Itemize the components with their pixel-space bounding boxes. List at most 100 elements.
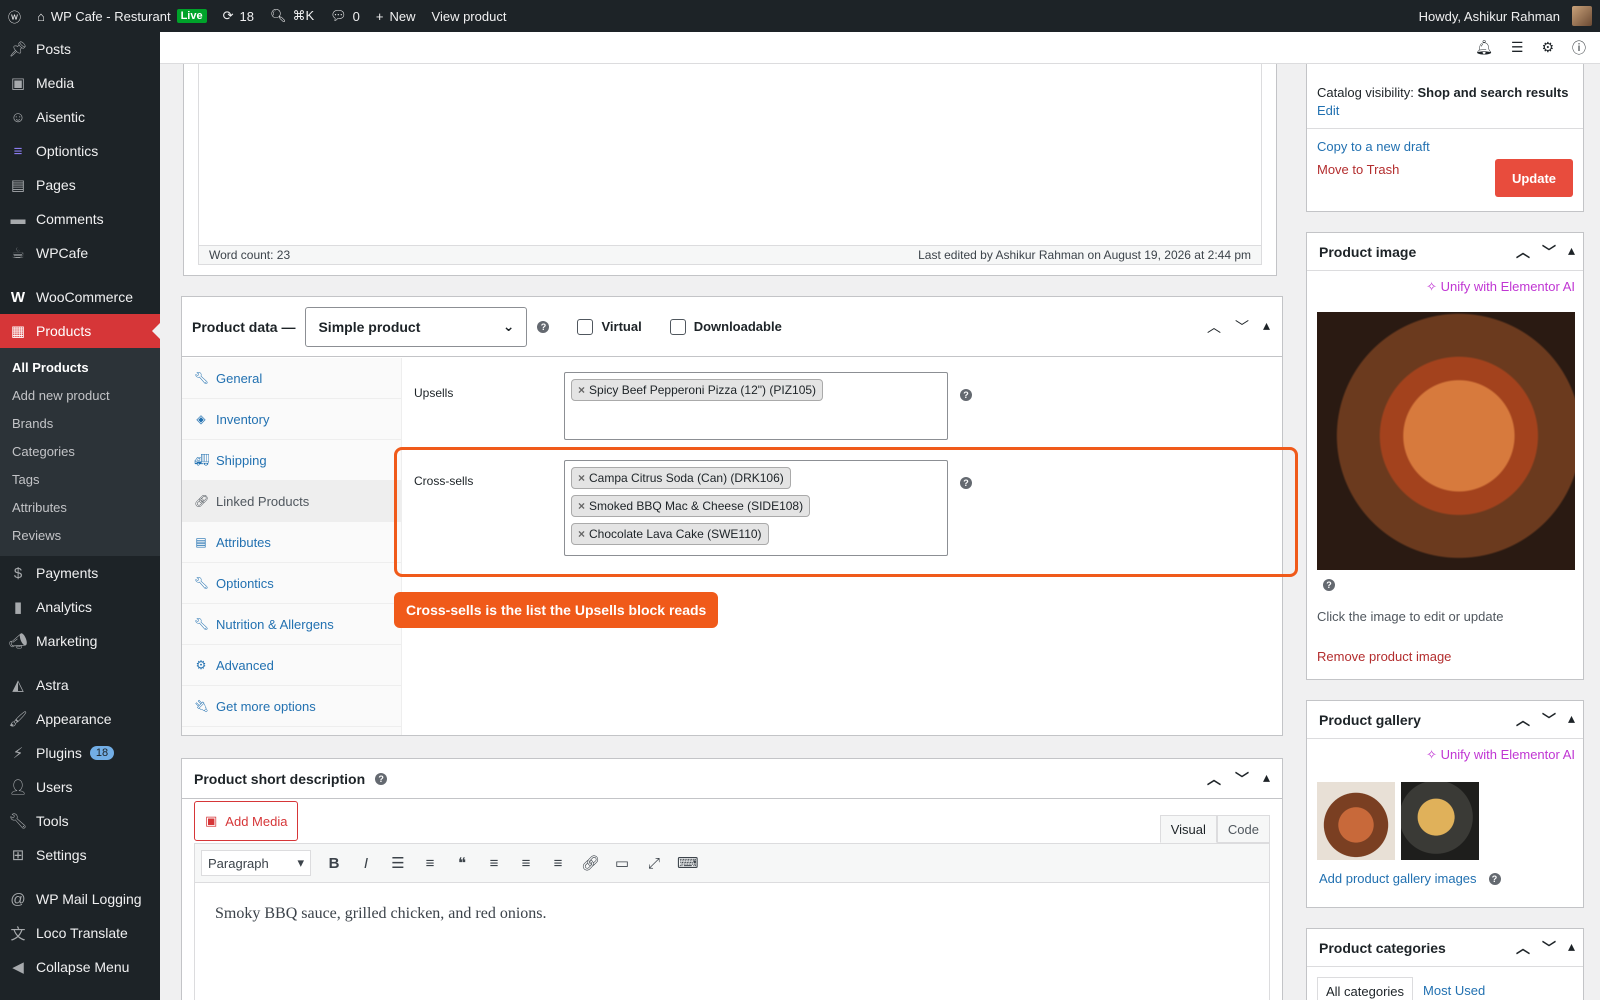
help-icon[interactable]: ⓘ bbox=[1572, 38, 1586, 58]
chevron-up-icon[interactable]: ︿ bbox=[1516, 710, 1530, 730]
submenu-attributes[interactable]: Attributes bbox=[0, 494, 160, 522]
tab-most-used[interactable]: Most Used bbox=[1413, 977, 1495, 1000]
submenu-add-new-product[interactable]: Add new product bbox=[0, 382, 160, 410]
catalog-visibility-edit-link[interactable]: Edit bbox=[1317, 103, 1339, 118]
align-left-icon[interactable]: ≡ bbox=[485, 855, 503, 872]
toggle-panel-icon[interactable]: ▴ bbox=[1568, 242, 1575, 262]
tab-code[interactable]: Code bbox=[1216, 815, 1270, 843]
wordpress-logo-icon[interactable]: ⓦ bbox=[0, 0, 29, 32]
copy-to-draft-link[interactable]: Copy to a new draft bbox=[1317, 139, 1430, 154]
sidebar-item-optiontics[interactable]: ≡ Optiontics bbox=[0, 134, 160, 168]
tab-advanced[interactable]: ⚙ Advanced bbox=[182, 645, 401, 686]
tab-nutrition-allergens[interactable]: 🔧︎ Nutrition & Allergens bbox=[182, 604, 401, 645]
toggle-panel-icon[interactable]: ▴ bbox=[1263, 317, 1270, 337]
unify-elementor-ai-link[interactable]: ✧ Unify with Elementor AI bbox=[1307, 271, 1583, 295]
crosssell-chip[interactable]: × Smoked BBQ Mac & Cheese (SIDE108) bbox=[571, 495, 811, 517]
help-icon[interactable]: ? bbox=[537, 320, 550, 333]
add-media-button[interactable]: ▣ Add Media bbox=[194, 801, 299, 841]
italic-icon[interactable]: I bbox=[357, 855, 375, 872]
link-icon[interactable]: 🔗︎ bbox=[581, 854, 600, 872]
sidebar-item-pages[interactable]: ▤ Pages bbox=[0, 168, 160, 202]
chevron-up-icon[interactable]: ︿ bbox=[1516, 938, 1530, 958]
sidebar-item-wp-mail-logging[interactable]: @ WP Mail Logging bbox=[0, 882, 160, 916]
submenu-reviews[interactable]: Reviews bbox=[0, 522, 160, 550]
tab-linked-products[interactable]: 🔗︎ Linked Products bbox=[182, 481, 401, 522]
upsell-chip[interactable]: × Spicy Beef Pepperoni Pizza (12") (PIZ10… bbox=[571, 379, 824, 401]
help-icon[interactable]: ? bbox=[1488, 872, 1501, 885]
sidebar-item-plugins[interactable]: ⚡︎ Plugins 18 bbox=[0, 736, 160, 770]
chevron-down-icon[interactable]: ﹀ bbox=[1542, 938, 1556, 958]
activity-icon[interactable]: ☰ bbox=[1511, 39, 1524, 56]
numbered-list-icon[interactable]: ≡ bbox=[421, 855, 439, 872]
sidebar-item-appearance[interactable]: 🖌︎ Appearance bbox=[0, 702, 160, 736]
tab-visual[interactable]: Visual bbox=[1159, 815, 1217, 843]
sidebar-item-comments[interactable]: ▬ Comments bbox=[0, 202, 160, 236]
sidebar-item-wpcafe[interactable]: ☕︎ WPCafe bbox=[0, 236, 160, 270]
upsells-input[interactable]: × Spicy Beef Pepperoni Pizza (12") (PIZ10… bbox=[564, 372, 948, 440]
tab-attributes[interactable]: ▤ Attributes bbox=[182, 522, 401, 563]
align-right-icon[interactable]: ≡ bbox=[549, 855, 567, 872]
sidebar-item-media[interactable]: ▣ Media bbox=[0, 66, 160, 100]
add-gallery-images-link[interactable]: Add product gallery images bbox=[1319, 871, 1477, 886]
submenu-tags[interactable]: Tags bbox=[0, 466, 160, 494]
submenu-categories[interactable]: Categories bbox=[0, 438, 160, 466]
keyboard-icon[interactable]: ⌨ bbox=[677, 854, 699, 872]
sidebar-item-analytics[interactable]: ▮ Analytics bbox=[0, 590, 160, 624]
toggle-panel-icon[interactable]: ▴ bbox=[1568, 710, 1575, 730]
tab-shipping[interactable]: 🚚︎ Shipping bbox=[182, 440, 401, 481]
read-more-icon[interactable]: ▭ bbox=[613, 854, 631, 872]
fullscreen-icon[interactable]: ⤢ bbox=[645, 855, 663, 872]
paragraph-format-select[interactable]: Paragraph ▾ bbox=[201, 850, 311, 876]
product-image-thumbnail[interactable] bbox=[1317, 312, 1575, 570]
bell-icon[interactable]: 🔔︎ bbox=[1475, 39, 1493, 56]
sidebar-item-users[interactable]: 👤︎ Users bbox=[0, 770, 160, 804]
tab-optiontics[interactable]: 🔧︎ Optiontics bbox=[182, 563, 401, 604]
bold-icon[interactable]: B bbox=[325, 855, 343, 872]
gallery-image[interactable] bbox=[1401, 782, 1479, 860]
sidebar-item-loco-translate[interactable]: 文 Loco Translate bbox=[0, 916, 160, 950]
short-description-editor[interactable]: Smoky BBQ sauce, grilled chicken, and re… bbox=[194, 883, 1270, 1000]
checkbox-box[interactable] bbox=[577, 318, 594, 335]
sidebar-item-posts[interactable]: 📌︎ Posts bbox=[0, 32, 160, 66]
chevron-up-icon[interactable]: ︿ bbox=[1516, 242, 1530, 262]
tab-general[interactable]: 🔧︎ General bbox=[182, 358, 401, 399]
sidebar-collapse-menu[interactable]: ◀ Collapse Menu bbox=[0, 950, 160, 984]
help-icon[interactable]: ? bbox=[375, 772, 388, 785]
chevron-down-icon[interactable]: ﹀ bbox=[1542, 710, 1556, 730]
virtual-checkbox[interactable]: Virtual bbox=[577, 318, 642, 335]
downloadable-checkbox[interactable]: Downloadable bbox=[669, 318, 782, 335]
user-account-menu[interactable]: Howdy, Ashikur Rahman bbox=[1411, 0, 1600, 32]
sidebar-item-products[interactable]: ▦ Products bbox=[0, 314, 160, 348]
chevron-down-icon[interactable]: ﹀ bbox=[1542, 242, 1556, 262]
toggle-panel-icon[interactable]: ▴ bbox=[1263, 769, 1270, 789]
move-to-trash-link[interactable]: Move to Trash bbox=[1317, 162, 1399, 177]
gallery-image[interactable] bbox=[1317, 782, 1395, 860]
help-icon[interactable]: ? bbox=[1323, 579, 1335, 591]
editor-content-area[interactable] bbox=[198, 64, 1262, 246]
remove-icon[interactable]: × bbox=[578, 471, 585, 485]
new-content-link[interactable]: + New bbox=[368, 0, 424, 32]
tab-inventory[interactable]: ◈ Inventory bbox=[182, 399, 401, 440]
sidebar-item-aisentic[interactable]: ☺ Aisentic bbox=[0, 100, 160, 134]
sidebar-item-tools[interactable]: 🔧︎ Tools bbox=[0, 804, 160, 838]
tab-all-categories[interactable]: All categories bbox=[1317, 977, 1414, 1000]
help-icon[interactable]: ? bbox=[960, 389, 972, 401]
remove-icon[interactable]: × bbox=[578, 383, 585, 397]
sidebar-item-woocommerce[interactable]: W WooCommerce bbox=[0, 280, 160, 314]
checkbox-box[interactable] bbox=[669, 318, 686, 335]
remove-icon[interactable]: × bbox=[578, 499, 585, 513]
toggle-panel-icon[interactable]: ▴ bbox=[1568, 938, 1575, 958]
chevron-down-icon[interactable]: ﹀ bbox=[1235, 317, 1249, 337]
bullet-list-icon[interactable]: ☰ bbox=[389, 854, 407, 872]
sidebar-item-settings[interactable]: ⊞ Settings bbox=[0, 838, 160, 872]
submenu-all-products[interactable]: All Products bbox=[0, 354, 160, 382]
product-type-select[interactable]: Simple product ⌄ bbox=[305, 306, 528, 347]
chevron-up-icon[interactable]: ︿ bbox=[1207, 317, 1221, 337]
remove-product-image-link[interactable]: Remove product image bbox=[1317, 649, 1451, 664]
tab-get-more-options[interactable]: 🔌︎ Get more options bbox=[182, 686, 401, 727]
blockquote-icon[interactable]: ❝ bbox=[453, 854, 471, 872]
comments-link[interactable]: 💬︎ 0 bbox=[322, 0, 368, 32]
crosssell-chip[interactable]: × Campa Citrus Soda (Can) (DRK106) bbox=[571, 467, 791, 489]
crosssells-input[interactable]: × Campa Citrus Soda (Can) (DRK106) × Smoke… bbox=[564, 460, 948, 556]
updates-link[interactable]: ⟳ 18 bbox=[215, 0, 262, 32]
